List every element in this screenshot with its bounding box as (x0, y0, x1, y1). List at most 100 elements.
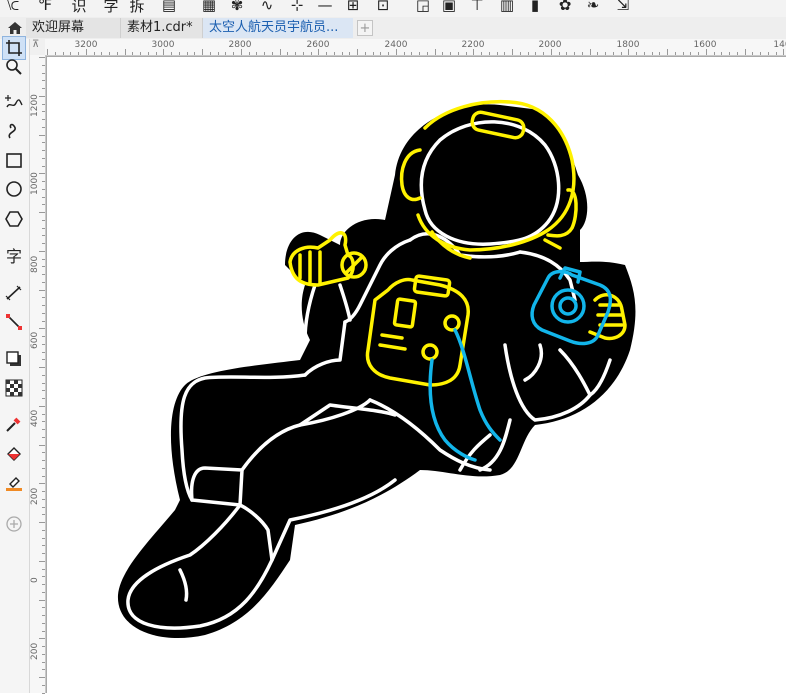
ruler-v-tick (39, 212, 45, 213)
add-tab-button[interactable]: + (357, 20, 373, 36)
identify-tool-label[interactable]: 识 (68, 0, 90, 15)
parallel-dimension-tool-icon[interactable] (2, 281, 26, 305)
ruler-h-tick (496, 52, 498, 55)
ruler-h-tick (752, 52, 754, 55)
ruler-h-tick (248, 52, 250, 55)
ruler-v-tick (42, 258, 45, 260)
connector-tool-icon[interactable] (2, 310, 26, 334)
ruler-corner[interactable]: ⊼ (30, 39, 45, 55)
ruler-h-tick (659, 52, 661, 55)
ruler-v-tick (42, 382, 45, 384)
object-icon[interactable]: ◲ (412, 0, 434, 14)
ruler-v-tick (42, 630, 45, 632)
ruler-h-tick (775, 52, 777, 55)
char-tool-label[interactable]: 字 (100, 0, 122, 15)
polygon-tool-icon[interactable] (2, 207, 26, 231)
ruler-v-tick (39, 599, 45, 601)
smart-fill-tool-icon[interactable] (2, 471, 26, 495)
drawing-canvas[interactable] (46, 56, 786, 693)
ellipse-tool-icon[interactable] (2, 177, 26, 201)
tab-welcome-screen[interactable]: 欢迎屏幕 (26, 18, 121, 38)
grid-icon[interactable]: ▦ (198, 0, 220, 14)
ruler-v-tick (42, 227, 45, 229)
ruler-h-tick (93, 52, 95, 55)
ruler-h-tick (116, 52, 118, 55)
node-icon[interactable]: ⊹ (286, 0, 308, 14)
horizontal-ruler[interactable]: 320030002800260024002200200018001600140 (45, 39, 786, 56)
ruler-v-tick (42, 320, 45, 322)
align-icon[interactable]: ⊞ (342, 0, 364, 14)
ruler-v-tick (42, 537, 45, 539)
zoom-tool-icon[interactable] (2, 55, 26, 79)
ruler-v-tick (42, 429, 45, 430)
ruler-v-tick (42, 545, 45, 547)
leaf-icon[interactable]: ❧ (582, 0, 604, 14)
ruler-h-tick (388, 52, 389, 55)
snap-icon[interactable]: ⊡ (372, 0, 394, 14)
ruler-v-tick (39, 483, 45, 485)
page-icon[interactable]: ▤ (158, 0, 180, 14)
ruler-v-tick (39, 57, 45, 58)
tab-material1-cdr[interactable]: 素材1.cdr* (121, 18, 203, 38)
export-icon[interactable]: ⇲ (612, 0, 634, 14)
ruler-h-tick (341, 52, 343, 55)
ruler-v-tick (42, 467, 45, 469)
ruler-h-tick (380, 52, 382, 55)
script-icon[interactable]: ℉ (34, 0, 56, 14)
add-tool-icon[interactable] (2, 512, 26, 536)
ruler-h-tick (178, 52, 180, 55)
image-icon[interactable]: ▣ (438, 0, 460, 14)
text-frame-icon[interactable]: ⊤ (466, 0, 488, 14)
ruler-h-tick (488, 52, 490, 55)
astronaut-artwork[interactable] (46, 56, 786, 693)
pattern-icon[interactable]: ✾ (226, 0, 248, 14)
ruler-v-tick (42, 188, 45, 190)
ruler-h-tick (736, 52, 738, 55)
text-tool-icon[interactable]: 字 (2, 243, 26, 267)
ruler-v-tick (39, 289, 45, 291)
ruler-v-tick (42, 576, 45, 578)
transparency-tool-icon[interactable] (2, 376, 26, 400)
ruler-v-tick (42, 204, 45, 206)
document-tab-bar: 欢迎屏幕 素材1.cdr* 太空人航天员宇航员... + (0, 17, 786, 40)
ruler-v-tick (42, 584, 45, 585)
ruler-h-tick (450, 52, 451, 55)
vertical-ruler[interactable]: 1200 1000 800 600 400 200 0 200 (30, 55, 46, 694)
pick-dropdown-icon[interactable]: ⟈ (2, 0, 24, 14)
ruler-v-tick (42, 336, 45, 337)
ruler-v-tick (42, 111, 45, 113)
freehand-tool-icon[interactable] (2, 90, 26, 114)
ruler-h-tick (434, 49, 436, 55)
ruler-v-tick (39, 250, 45, 252)
line-icon[interactable]: — (314, 0, 336, 14)
rectangle-tool-icon[interactable] (2, 148, 26, 172)
ruler-v-tick (42, 165, 45, 167)
page-border-top (46, 56, 786, 57)
table-icon[interactable]: ▥ (496, 0, 518, 14)
ruler-h-tick (527, 52, 529, 55)
ruler-v-tick (42, 297, 45, 299)
ruler-v-label: 200 (30, 642, 40, 660)
split-tool-label[interactable]: 拆 (126, 0, 148, 15)
ruler-h-tick (47, 49, 48, 55)
ruler-v-tick (39, 405, 45, 407)
drop-shadow-tool-icon[interactable] (2, 347, 26, 371)
barcode-icon[interactable]: ▮ (524, 0, 546, 14)
ruler-v-tick (39, 173, 45, 175)
ruler-v-tick (42, 413, 45, 415)
ruler-h-tick (140, 52, 141, 55)
ruler-h-tick (209, 52, 211, 55)
ruler-v-tick (42, 653, 45, 655)
bezier-tool-icon[interactable] (2, 119, 26, 143)
ruler-h-tick (310, 52, 312, 55)
home-icon[interactable] (4, 19, 26, 37)
eyedropper-tool-icon[interactable] (2, 412, 26, 436)
ruler-h-tick (372, 52, 374, 55)
tab-astronaut-document[interactable]: 太空人航天员宇航员... (203, 18, 353, 38)
plugin-icon[interactable]: ✿ (554, 0, 576, 14)
ruler-h-tick (605, 52, 606, 55)
ruler-v-tick (42, 607, 45, 609)
interactive-fill-tool-icon[interactable] (2, 442, 26, 466)
ruler-h-tick (186, 52, 188, 55)
wave-icon[interactable]: ∿ (256, 0, 278, 14)
